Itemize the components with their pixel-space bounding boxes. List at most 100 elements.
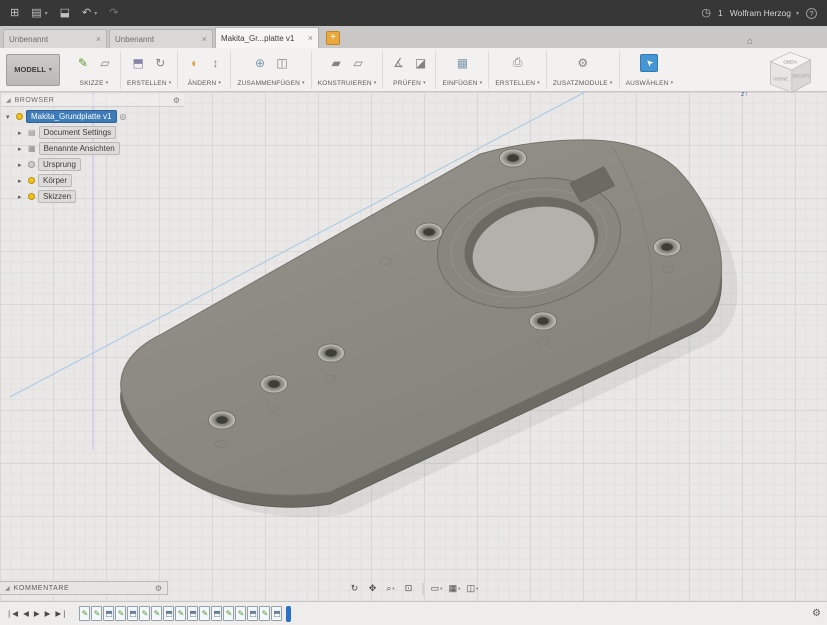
- viewcube[interactable]: ⌂ z↑ OBEN VORNE RECHTS: [749, 36, 821, 108]
- pan-icon[interactable]: ✥: [365, 581, 380, 596]
- timeline-feature-icon[interactable]: [199, 606, 210, 621]
- toolbar-group-dropdown[interactable]: ÄNDERN▾: [188, 80, 221, 87]
- timeline-settings-gear-icon[interactable]: ⚙: [812, 608, 821, 619]
- browser-root-item[interactable]: Makita_Grundplatte v1: [26, 110, 117, 123]
- timeline-feature-icon[interactable]: [103, 606, 114, 621]
- visibility-bulb-icon[interactable]: [16, 113, 23, 120]
- timeline-feature-icon[interactable]: [259, 606, 270, 621]
- viewport-canvas[interactable]: ◢ BROWSER ⚙ ▾ Makita_Grundplatte v1 ◎ ▸ …: [0, 92, 827, 601]
- activate-component-icon[interactable]: ◎: [120, 112, 127, 121]
- visibility-bulb-icon[interactable]: [28, 177, 35, 184]
- timeline-feature-icon[interactable]: [127, 606, 138, 621]
- home-view-icon[interactable]: ⌂: [747, 36, 753, 47]
- viewports-icon[interactable]: ◫▾: [465, 581, 480, 596]
- document-tab[interactable]: Unbenannt ×: [3, 29, 107, 48]
- browser-item-label[interactable]: Document Settings: [39, 126, 117, 139]
- browser-item-label[interactable]: Benannte Ansichten: [39, 142, 120, 155]
- grid-settings-icon[interactable]: ▦▾: [447, 581, 462, 596]
- print-3d-icon[interactable]: ⎙: [509, 54, 527, 72]
- browser-row-named-views[interactable]: ▸ ▦ Benannte Ansichten: [18, 142, 184, 155]
- browser-row-bodies[interactable]: ▸ Körper: [18, 174, 184, 187]
- toolbar-group-dropdown[interactable]: EINFÜGEN▾: [442, 80, 482, 87]
- expand-arrow-icon[interactable]: ▸: [18, 129, 25, 137]
- timeline-feature-icon[interactable]: [247, 606, 258, 621]
- toolbar-group-dropdown[interactable]: ERSTELLEN▾: [127, 80, 171, 87]
- timeline-feature-icon[interactable]: [187, 606, 198, 621]
- document-tab[interactable]: Unbenannt ×: [109, 29, 213, 48]
- timeline-feature-icon[interactable]: [139, 606, 150, 621]
- display-settings-icon[interactable]: ▭▾: [429, 581, 444, 596]
- browser-item-label[interactable]: Skizzen: [38, 190, 76, 203]
- timeline-feature-icon[interactable]: [175, 606, 186, 621]
- expand-arrow-icon[interactable]: ▸: [18, 193, 25, 201]
- select-cursor-icon[interactable]: ➤: [640, 54, 658, 72]
- browser-gear-icon[interactable]: ⚙: [173, 96, 180, 105]
- create-sketch-icon[interactable]: ✎: [74, 54, 92, 72]
- browser-row-origin[interactable]: ▸ Ursprung: [18, 158, 184, 171]
- close-tab-icon[interactable]: ×: [308, 33, 313, 43]
- sketch-plane-icon[interactable]: ▱: [96, 54, 114, 72]
- toolbar-group-dropdown[interactable]: ZUSATZMODULE▾: [553, 80, 613, 87]
- press-pull-icon[interactable]: ↕: [206, 54, 224, 72]
- close-tab-icon[interactable]: ×: [202, 34, 207, 44]
- document-tab-active[interactable]: Makita_Gr...platte v1 ×: [215, 27, 319, 48]
- section-analysis-icon[interactable]: ◪: [411, 54, 429, 72]
- toolbar-group-dropdown[interactable]: ERSTELLEN▾: [495, 80, 539, 87]
- save-icon[interactable]: ⬓: [60, 8, 70, 19]
- revolve-icon[interactable]: ↻: [151, 54, 169, 72]
- timeline-feature-icon[interactable]: [211, 606, 222, 621]
- expand-arrow-icon[interactable]: ▸: [18, 145, 25, 153]
- zoom-icon[interactable]: ⌕▾: [383, 581, 398, 596]
- redo-icon[interactable]: ↷: [109, 8, 118, 19]
- undo-icon[interactable]: ↶: [82, 8, 91, 19]
- close-tab-icon[interactable]: ×: [96, 34, 101, 44]
- timeline-feature-icon[interactable]: [91, 606, 102, 621]
- visibility-bulb-icon[interactable]: [28, 161, 35, 168]
- go-to-end-icon[interactable]: ▶❘: [55, 609, 67, 618]
- timeline-feature-icon[interactable]: [151, 606, 162, 621]
- timeline-feature-icon[interactable]: [271, 606, 282, 621]
- browser-collapse-icon[interactable]: ◢: [6, 97, 11, 104]
- browser-root-row[interactable]: ▾ Makita_Grundplatte v1 ◎: [6, 110, 184, 123]
- expand-arrow-icon[interactable]: ▸: [18, 161, 25, 169]
- toolbar-group-dropdown[interactable]: AUSWÄHLEN▾: [626, 80, 674, 87]
- insert-image-icon[interactable]: ▦: [453, 54, 471, 72]
- timeline-position-marker[interactable]: [286, 606, 291, 622]
- new-tab-button[interactable]: +: [326, 31, 340, 45]
- expand-arrow-icon[interactable]: ▾: [6, 113, 13, 121]
- visibility-bulb-icon[interactable]: [28, 193, 35, 200]
- toolbar-group-dropdown[interactable]: PRÜFEN▾: [393, 80, 426, 87]
- browser-item-label[interactable]: Ursprung: [38, 158, 81, 171]
- construction-plane-icon[interactable]: ▰: [327, 54, 345, 72]
- undo-caret-icon[interactable]: ▾: [94, 10, 97, 17]
- timeline-feature-icon[interactable]: [163, 606, 174, 621]
- apps-grid-icon[interactable]: ⊞: [10, 8, 19, 19]
- addins-gear-icon[interactable]: ⚙: [574, 54, 592, 72]
- step-forward-icon[interactable]: ▶: [45, 609, 51, 618]
- go-to-start-icon[interactable]: ❘◀: [6, 609, 18, 618]
- joint-icon[interactable]: ◫: [273, 54, 291, 72]
- toolbar-group-dropdown[interactable]: SKIZZE▾: [80, 80, 109, 87]
- comments-bar[interactable]: ◢ KOMMENTARE ⚙: [0, 581, 168, 595]
- help-icon[interactable]: ?: [806, 8, 817, 19]
- workspace-switch-button[interactable]: MODELL▾: [6, 54, 60, 86]
- viewcube-cube[interactable]: OBEN VORNE RECHTS: [761, 46, 819, 98]
- play-icon[interactable]: ▶: [34, 609, 40, 618]
- file-menu-icon[interactable]: ▤: [31, 8, 41, 19]
- browser-row-sketches[interactable]: ▸ Skizzen: [18, 190, 184, 203]
- file-menu-caret-icon[interactable]: ▾: [45, 10, 48, 17]
- plate-top-face[interactable]: [121, 140, 722, 495]
- browser-row-document-settings[interactable]: ▸ ▤ Document Settings: [18, 126, 184, 139]
- timeline-feature-icon[interactable]: [79, 606, 90, 621]
- comments-gear-icon[interactable]: ⚙: [155, 584, 162, 593]
- fit-view-icon[interactable]: ⊡: [401, 581, 416, 596]
- user-menu-caret-icon[interactable]: ▾: [796, 10, 799, 17]
- extrude-icon[interactable]: ⬒: [129, 54, 147, 72]
- timeline-feature-icon[interactable]: [115, 606, 126, 621]
- toolbar-group-dropdown[interactable]: ZUSAMMENFÜGEN▾: [237, 80, 304, 87]
- step-back-icon[interactable]: ◀: [23, 609, 29, 618]
- browser-item-label[interactable]: Körper: [38, 174, 72, 187]
- fillet-icon[interactable]: ◖: [184, 54, 202, 72]
- user-menu[interactable]: Wolfram Herzog: [730, 8, 791, 18]
- comments-expand-icon[interactable]: ◢: [5, 585, 10, 592]
